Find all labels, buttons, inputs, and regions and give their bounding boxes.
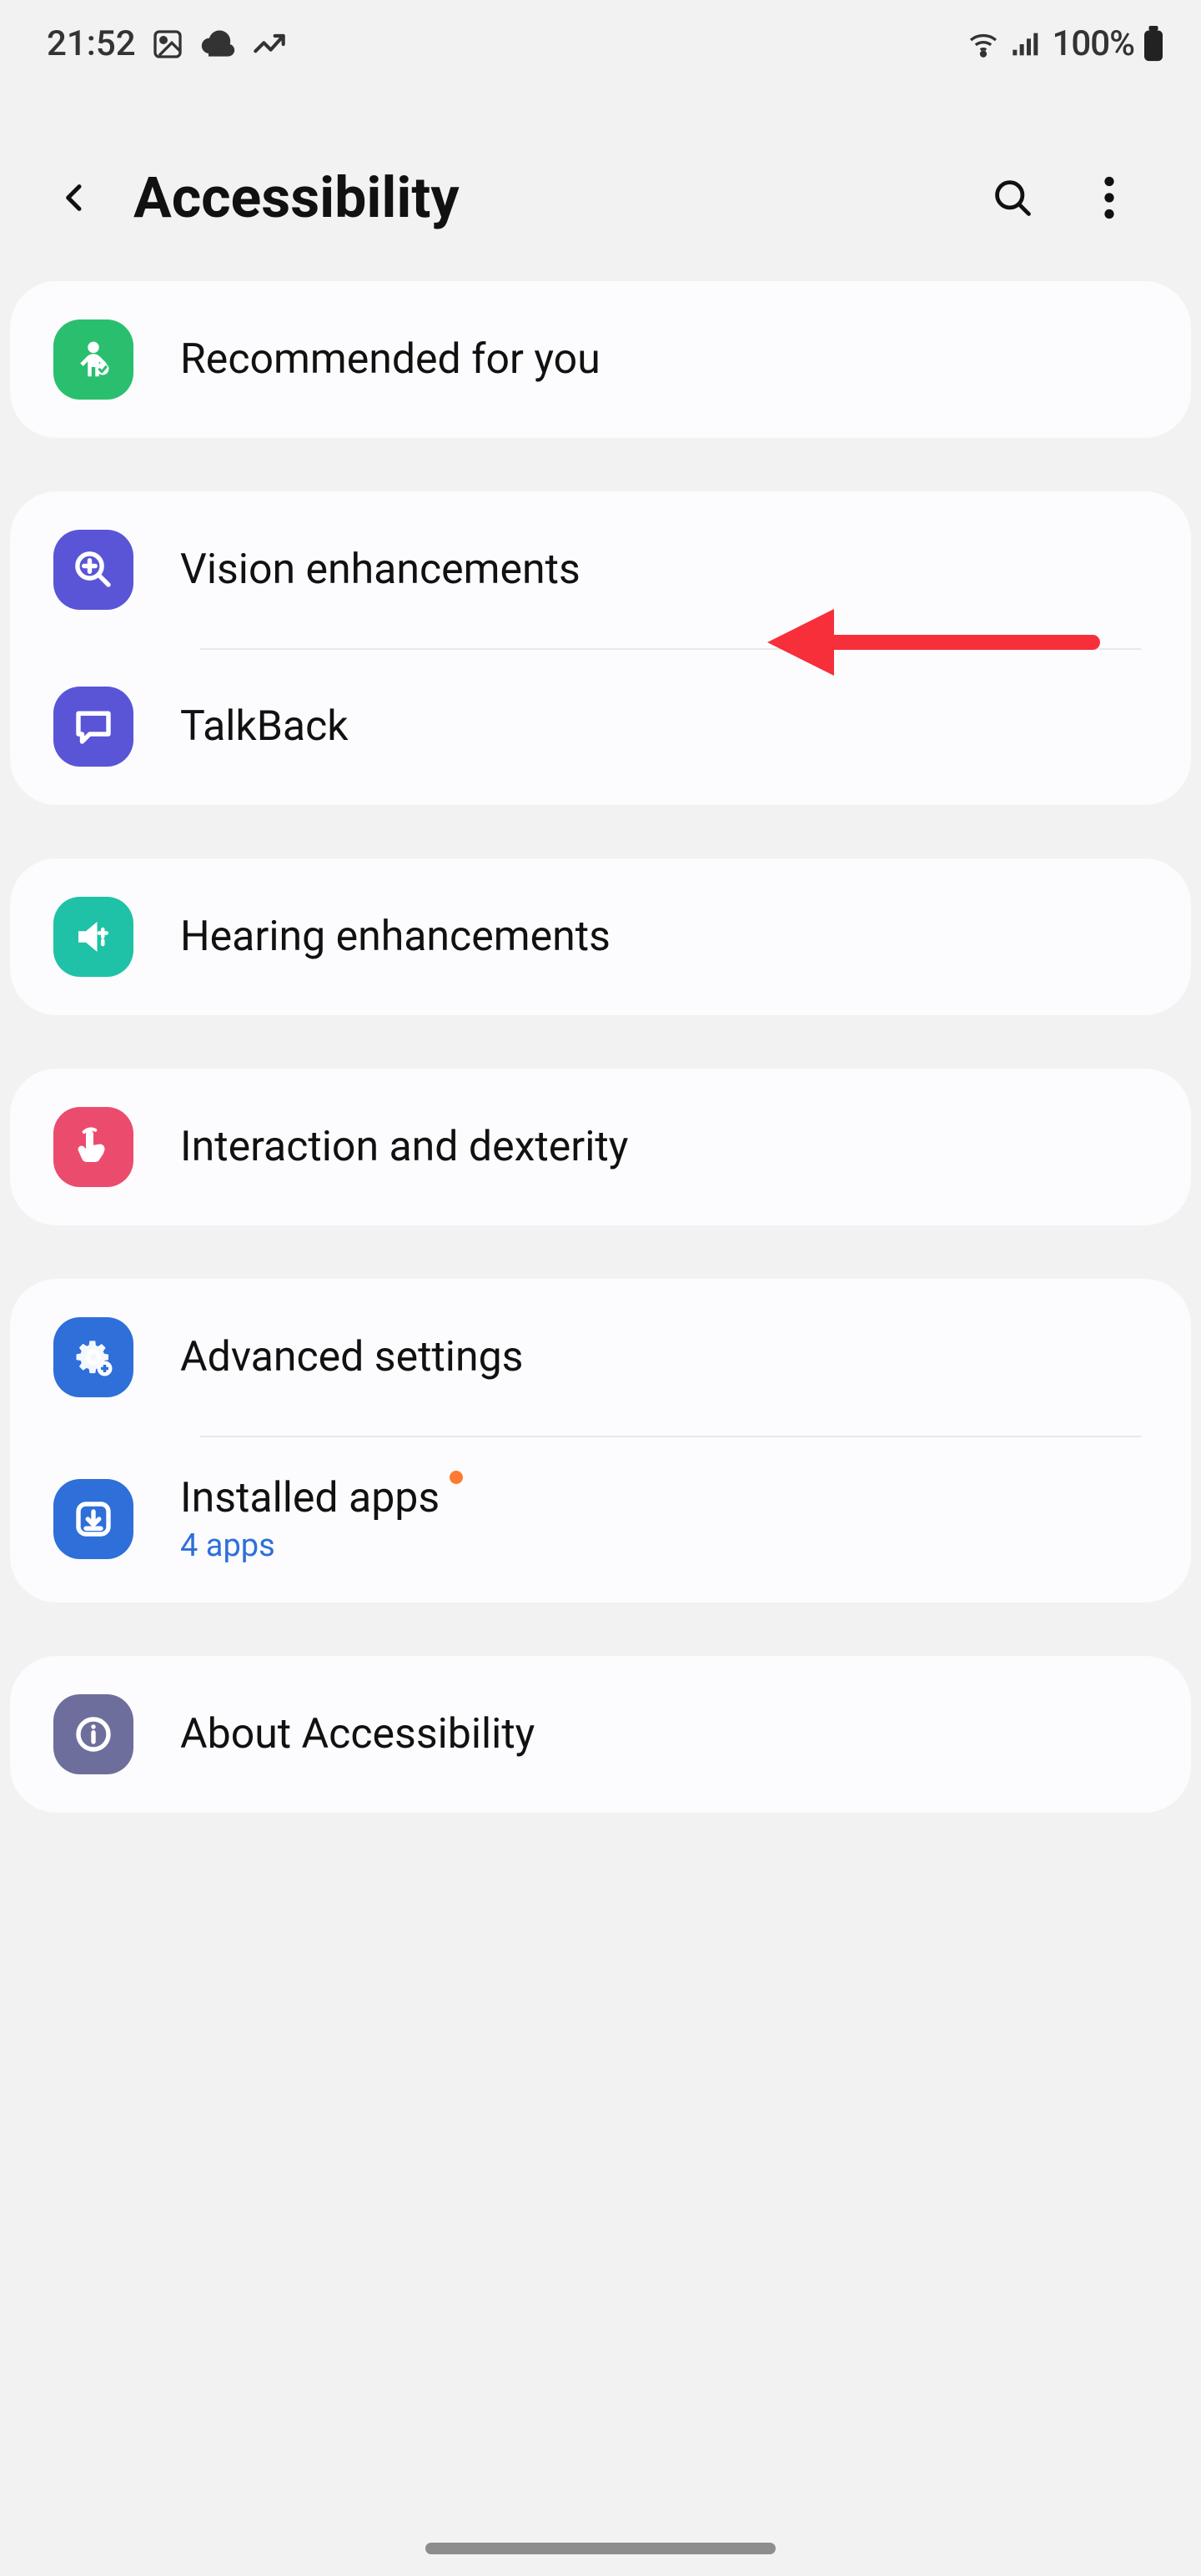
settings-group: About Accessibility [10, 1656, 1191, 1813]
item-vision-enhancements[interactable]: Vision enhancements [10, 491, 1191, 648]
magnifier-plus-icon [53, 530, 133, 610]
trend-icon [251, 28, 288, 61]
item-talkback[interactable]: TalkBack [10, 648, 1191, 805]
back-button[interactable] [50, 173, 100, 223]
item-label: TalkBack [180, 702, 349, 751]
settings-group: Advanced settings Installed apps 4 apps [10, 1279, 1191, 1602]
item-advanced-settings[interactable]: Advanced settings [10, 1279, 1191, 1436]
signal-icon [1010, 28, 1043, 61]
item-label: Vision enhancements [180, 546, 580, 594]
item-about-accessibility[interactable]: About Accessibility [10, 1656, 1191, 1813]
status-time: 21:52 [47, 23, 136, 64]
status-bar: 21:52 100% [0, 0, 1201, 64]
battery-percentage: 100% [1052, 23, 1134, 64]
image-icon [151, 28, 184, 61]
speaker-icon [53, 897, 133, 977]
search-button[interactable] [987, 173, 1038, 223]
item-label: About Accessibility [180, 1710, 535, 1758]
info-icon [53, 1694, 133, 1774]
item-interaction-dexterity[interactable]: Interaction and dexterity [10, 1069, 1191, 1225]
settings-group: Hearing enhancements [10, 858, 1191, 1015]
settings-group: Recommended for you [10, 281, 1191, 438]
item-label: Hearing enhancements [180, 913, 611, 961]
battery-icon [1143, 26, 1164, 63]
more-button[interactable] [1084, 173, 1134, 223]
gesture-bar [425, 2543, 776, 2554]
touch-icon [53, 1107, 133, 1187]
settings-group: Interaction and dexterity [10, 1069, 1191, 1225]
cloud-icon [199, 28, 236, 61]
item-label: Advanced settings [180, 1333, 523, 1381]
item-recommended[interactable]: Recommended for you [10, 281, 1191, 438]
wifi-icon [965, 28, 1002, 61]
item-hearing-enhancements[interactable]: Hearing enhancements [10, 858, 1191, 1015]
notification-dot [450, 1471, 463, 1484]
item-label: Installed apps [180, 1474, 440, 1522]
person-icon [53, 319, 133, 400]
settings-group: Vision enhancements TalkBack [10, 491, 1191, 805]
speech-bubble-icon [53, 687, 133, 767]
item-label: Interaction and dexterity [180, 1123, 628, 1171]
app-bar: Accessibility [0, 64, 1201, 281]
item-label: Recommended for you [180, 335, 600, 384]
download-icon [53, 1479, 133, 1559]
item-sublabel: 4 apps [180, 1527, 440, 1564]
item-installed-apps[interactable]: Installed apps 4 apps [10, 1436, 1191, 1602]
page-title: Accessibility [133, 164, 954, 231]
gear-plus-icon [53, 1317, 133, 1397]
